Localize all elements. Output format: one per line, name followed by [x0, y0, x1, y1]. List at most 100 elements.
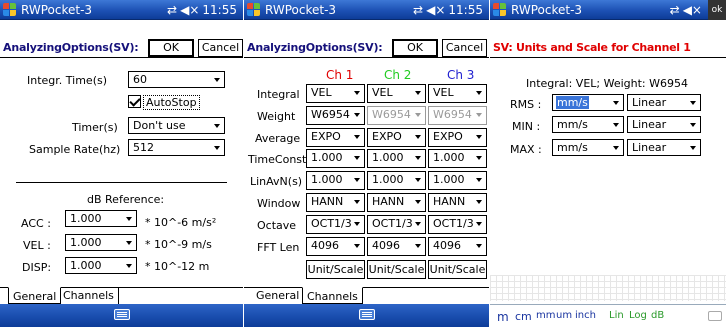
ch3-weight-select[interactable]: W6954	[428, 106, 487, 125]
ch2-timeconst-select[interactable]: 1.000	[367, 149, 426, 168]
channels-options-screen: RWPocket-3 ⇄ ◀× 11:55 AnalyzingOptions(SV)…	[244, 0, 489, 327]
max-unit-select[interactable]: mm/s	[552, 139, 624, 156]
unit-scale-button-ch2[interactable]: Unit/Scale	[367, 260, 426, 279]
ch1-window-select[interactable]: HANN	[306, 193, 365, 212]
vel-unit: * 10^-9 m/s	[145, 238, 212, 251]
ch1-weight-select[interactable]: W6954	[306, 106, 365, 125]
connectivity-icon[interactable]: ⇄	[413, 3, 423, 17]
ch2-fftlen-select[interactable]: 4096	[367, 237, 426, 256]
ok-button[interactable]: OK	[148, 39, 194, 57]
ch3-integral-select[interactable]: VEL	[428, 84, 487, 103]
ch3-timeconst-select[interactable]: 1.000	[428, 149, 487, 168]
chevron-down-icon	[354, 178, 360, 182]
ch1-fftlen-select[interactable]: 4096	[306, 237, 365, 256]
acc-unit: * 10^-6 m/s²	[145, 216, 217, 229]
disp-unit: * 10^-12 m	[145, 260, 210, 273]
unit-m[interactable]: m	[497, 310, 509, 324]
sample-rate-select[interactable]: 512	[128, 139, 225, 156]
dialog-header: SV: Units and Scale for Channel 1	[490, 37, 726, 58]
unit-cm[interactable]: cm	[515, 310, 532, 323]
autostop-checkbox[interactable]	[128, 95, 141, 108]
ch3-window-select[interactable]: HANN	[428, 193, 487, 212]
cancel-button[interactable]: Cancel	[198, 39, 243, 57]
unit-scale-button-ch3[interactable]: Unit/Scale	[428, 260, 487, 279]
ch1-average-select[interactable]: EXPO	[306, 128, 365, 147]
ch2-linavns-select[interactable]: 1.000	[367, 171, 426, 190]
ch3-linavns-select[interactable]: 1.000	[428, 171, 487, 190]
autostop-label[interactable]: AutoStop	[143, 95, 200, 110]
cancel-button[interactable]: Cancel	[442, 39, 487, 57]
chevron-down-icon	[415, 178, 421, 182]
ch1-octave-select[interactable]: OCT1/3	[306, 215, 365, 234]
speaker-icon[interactable]: ◀×	[683, 3, 702, 17]
windows-start-icon[interactable]	[247, 3, 261, 17]
unit-mm[interactable]: mm	[536, 310, 555, 321]
chevron-down-icon	[613, 146, 619, 150]
ok-button[interactable]: OK	[392, 39, 438, 57]
min-unit-select[interactable]: mm/s	[552, 116, 624, 133]
clock: 11:55	[202, 3, 237, 17]
keyboard-icon[interactable]	[708, 311, 722, 321]
scale-log[interactable]: Log	[629, 310, 647, 321]
tab-general[interactable]: General	[8, 287, 62, 304]
divider	[16, 182, 227, 183]
ch1-timeconst-select[interactable]: 1.000	[306, 149, 365, 168]
rms-unit-select[interactable]: mm/s	[552, 94, 624, 111]
chevron-down-icon	[415, 91, 421, 95]
ok-badge[interactable]: ok	[708, 0, 726, 20]
chevron-down-icon	[354, 244, 360, 248]
timer-select[interactable]: Don't use	[128, 117, 225, 134]
integr-time-label: Integr. Time(s)	[27, 74, 108, 87]
dialog-title: AnalyzingOptions(SV):	[247, 41, 383, 54]
rms-scale-select[interactable]: Linear	[627, 94, 701, 111]
acc-label: ACC :	[21, 217, 51, 230]
chevron-down-icon	[476, 91, 482, 95]
ch3-octave-select[interactable]: OCT1/3	[428, 215, 487, 234]
acc-ref-select[interactable]: 1.000	[65, 210, 137, 227]
ch2-weight-select[interactable]: W6954	[367, 106, 426, 125]
status-area[interactable]: ⇄ ◀× 11:55	[164, 3, 237, 17]
connectivity-icon[interactable]: ⇄	[670, 3, 680, 17]
connectivity-icon[interactable]: ⇄	[167, 3, 177, 17]
chevron-down-icon	[690, 101, 696, 105]
unit-scale-button-ch1[interactable]: Unit/Scale	[306, 260, 365, 279]
ch2-octave-select[interactable]: OCT1/3	[367, 215, 426, 234]
windows-start-icon[interactable]	[3, 3, 17, 17]
disp-ref-select[interactable]: 1.000	[65, 257, 137, 274]
vel-ref-select[interactable]: 1.000	[65, 234, 137, 251]
keyboard-icon[interactable]	[113, 309, 130, 320]
tab-channels[interactable]: Channels	[302, 287, 363, 304]
chevron-down-icon	[354, 113, 360, 117]
speaker-icon[interactable]: ◀×	[426, 3, 445, 17]
integr-time-select[interactable]: 60	[128, 71, 225, 88]
min-scale-select[interactable]: Linear	[627, 116, 701, 133]
keyboard-icon[interactable]	[358, 309, 375, 320]
menu-bar	[244, 304, 489, 327]
chevron-down-icon	[415, 244, 421, 248]
scale-lin[interactable]: Lin	[609, 310, 624, 321]
chevron-down-icon	[613, 123, 619, 127]
chevron-down-icon	[354, 91, 360, 95]
scale-db[interactable]: dB	[651, 310, 664, 321]
unit-inch[interactable]: inch	[575, 310, 596, 321]
unit-um[interactable]: um	[556, 310, 572, 321]
ch2-window-select[interactable]: HANN	[367, 193, 426, 212]
chevron-down-icon	[690, 146, 696, 150]
ch2-integral-select[interactable]: VEL	[367, 84, 426, 103]
ch1-integral-select[interactable]: VEL	[306, 84, 365, 103]
status-area[interactable]: ⇄ ◀× 11:55	[410, 3, 483, 17]
speaker-icon[interactable]: ◀×	[180, 3, 199, 17]
max-scale-select[interactable]: Linear	[627, 139, 701, 156]
tab-channels[interactable]: Channels	[59, 287, 119, 304]
timer-label: Timer(s)	[72, 121, 118, 134]
ch1-linavns-select[interactable]: 1.000	[306, 171, 365, 190]
ch2-average-select[interactable]: EXPO	[367, 128, 426, 147]
ch3-fftlen-select[interactable]: 4096	[428, 237, 487, 256]
ch3-average-select[interactable]: EXPO	[428, 128, 487, 147]
tab-general[interactable]: General	[252, 287, 305, 304]
min-label: MIN :	[512, 120, 541, 133]
status-area[interactable]: ⇄ ◀×	[667, 3, 702, 17]
windows-start-icon[interactable]	[493, 3, 507, 17]
channel-1-header: Ch 1	[326, 68, 354, 82]
app-title: RWPocket-3	[511, 3, 583, 17]
